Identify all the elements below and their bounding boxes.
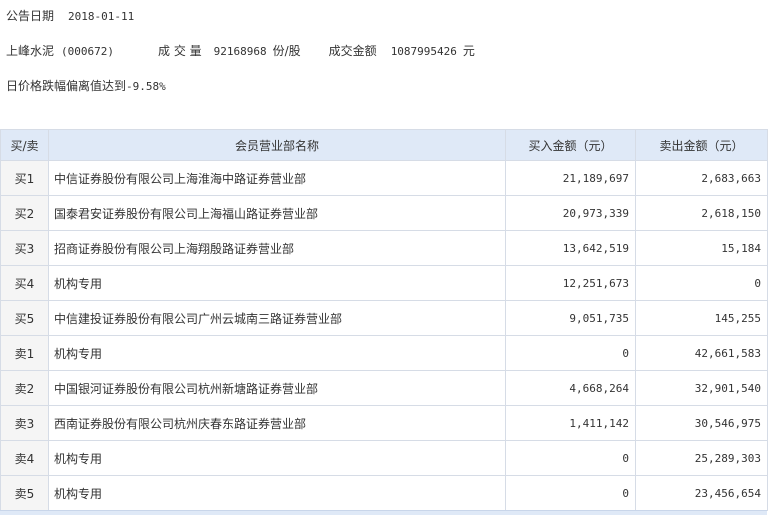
row-buy-amount: 13,642,519 [505,230,636,266]
row-branch-name: 机构专用 [48,475,506,511]
row-side: 买5 [0,300,49,336]
volume-label: 成 交 量 [158,44,202,58]
date-value: 2018-01-11 [68,10,135,23]
row-sell-amount: 23,456,654 [635,475,768,511]
amount-unit: 元 [462,44,475,58]
col-header-branch-name: 会员营业部名称 [48,129,506,161]
stock-name: 上峰水泥 [6,44,55,58]
row-branch-name: 国泰君安证券股份有限公司上海福山路证券营业部 [48,195,506,231]
date-label: 公告日期 [6,9,55,23]
row-buy-amount: 12,251,673 [505,265,636,301]
col-header-side: 买/卖 [0,129,49,161]
announcement-date-line: 公告日期 2018-01-11 [6,7,134,24]
row-buy-amount: 0 [505,440,636,476]
col-header-sell-amount: 卖出金额（元） [635,129,768,161]
row-sell-amount: 32,901,540 [635,370,768,406]
row-side: 买3 [0,230,49,266]
row-sell-amount: 0 [635,265,768,301]
amount-value: 1087995426 [390,45,457,58]
table-row: 卖3 西南证券股份有限公司杭州庆春东路证券营业部 1,411,142 30,546,9… [0,405,768,441]
row-branch-name: 机构专用 [48,335,506,371]
reason-line: 日价格跌幅偏离值达到-9.58% [6,77,166,94]
row-side: 卖2 [0,370,49,406]
table-row: 卖4 机构专用 0 25,289,303 [0,440,768,476]
row-branch-name: 机构专用 [48,440,506,476]
table-bottom-bar [0,510,767,515]
row-buy-amount: 4,668,264 [505,370,636,406]
row-branch-name: 机构专用 [48,265,506,301]
stock-code: (000672) [61,45,114,58]
row-side: 卖4 [0,440,49,476]
dragon-tiger-table: 买/卖 会员营业部名称 买入金额（元） 卖出金额（元） 买1 中信证券股份有限公司… [0,129,768,511]
reason-text: 日价格跌幅偏离值达到 [6,79,127,93]
row-branch-name: 中信证券股份有限公司上海淮海中路证券营业部 [48,160,506,196]
row-side: 卖5 [0,475,49,511]
table-row: 卖1 机构专用 0 42,661,583 [0,335,768,371]
row-buy-amount: 20,973,339 [505,195,636,231]
row-sell-amount: 30,546,975 [635,405,768,441]
table-row: 买3 招商证券股份有限公司上海翔殷路证券营业部 13,642,519 15,184 [0,230,768,266]
row-buy-amount: 9,051,735 [505,300,636,336]
row-branch-name: 中国银河证券股份有限公司杭州新塘路证券营业部 [48,370,506,406]
row-buy-amount: 21,189,697 [505,160,636,196]
row-sell-amount: 42,661,583 [635,335,768,371]
table-header-row: 买/卖 会员营业部名称 买入金额（元） 卖出金额（元） [0,129,768,161]
row-sell-amount: 145,255 [635,300,768,336]
row-side: 买1 [0,160,49,196]
row-buy-amount: 1,411,142 [505,405,636,441]
table-row: 买2 国泰君安证券股份有限公司上海福山路证券营业部 20,973,339 2,618,… [0,195,768,231]
row-branch-name: 西南证券股份有限公司杭州庆春东路证券营业部 [48,405,506,441]
row-side: 卖3 [0,405,49,441]
row-sell-amount: 2,683,663 [635,160,768,196]
volume-value: 92168968 [213,45,267,58]
row-buy-amount: 0 [505,475,636,511]
col-header-buy-amount: 买入金额（元） [505,129,636,161]
table-row: 卖2 中国银河证券股份有限公司杭州新塘路证券营业部 4,668,264 32,901,… [0,370,768,406]
row-sell-amount: 25,289,303 [635,440,768,476]
row-buy-amount: 0 [505,335,636,371]
reason-value: -9.58% [126,80,166,93]
row-sell-amount: 15,184 [635,230,768,266]
row-side: 买2 [0,195,49,231]
volume-unit: 份/股 [272,44,301,58]
table-row: 买5 中信建投证券股份有限公司广州云城南三路证券营业部 9,051,735 145,2… [0,300,768,336]
row-branch-name: 中信建投证券股份有限公司广州云城南三路证券营业部 [48,300,506,336]
amount-label: 成交金额 [328,44,377,58]
row-side: 卖1 [0,335,49,371]
table-row: 买1 中信证券股份有限公司上海淮海中路证券营业部 21,189,697 2,683,6… [0,160,768,196]
row-side: 买4 [0,265,49,301]
table-row: 买4 机构专用 12,251,673 0 [0,265,768,301]
table-row: 卖5 机构专用 0 23,456,654 [0,475,768,511]
stock-summary-line: 上峰水泥 (000672) 成 交 量 92168968 份/股 成交金额 10879954… [6,42,475,59]
row-branch-name: 招商证券股份有限公司上海翔殷路证券营业部 [48,230,506,266]
row-sell-amount: 2,618,150 [635,195,768,231]
